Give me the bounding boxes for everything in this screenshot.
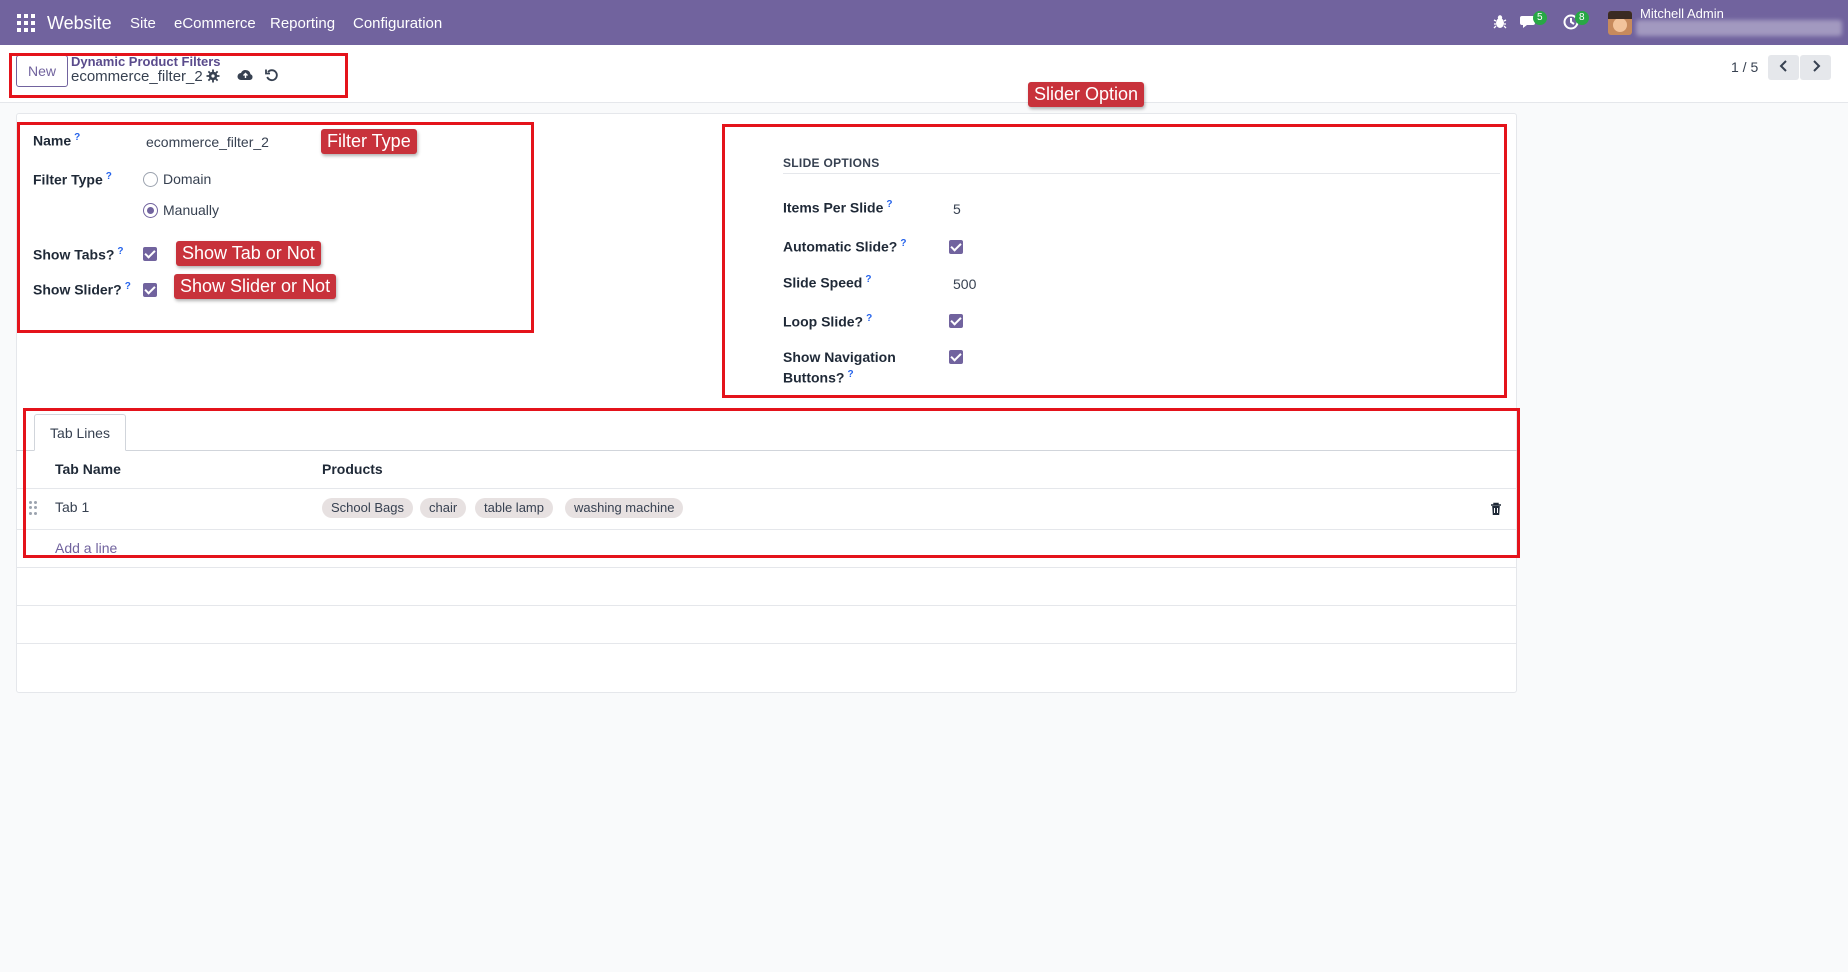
annotation-label-show-tab: Show Tab or Not bbox=[176, 241, 321, 266]
menu-ecommerce[interactable]: eCommerce bbox=[174, 15, 256, 32]
blurred-user-detail bbox=[1636, 20, 1842, 36]
annotation-label-filter-type: Filter Type bbox=[321, 129, 417, 154]
menu-configuration[interactable]: Configuration bbox=[353, 15, 442, 32]
chevron-left-icon bbox=[1779, 60, 1787, 72]
annotation-box-header bbox=[9, 53, 348, 98]
pager-value[interactable]: 1 / 5 bbox=[1731, 59, 1758, 75]
app-grid-icon[interactable] bbox=[17, 14, 35, 32]
empty-row-divider bbox=[16, 567, 1517, 568]
activities-count-badge: 8 bbox=[1575, 11, 1589, 25]
user-name[interactable]: Mitchell Admin bbox=[1640, 6, 1724, 21]
pager-next-button[interactable] bbox=[1800, 55, 1831, 80]
empty-row-divider bbox=[16, 605, 1517, 606]
annotation-box-filter bbox=[17, 122, 534, 333]
chevron-right-icon bbox=[1812, 60, 1820, 72]
messages-count-badge: 5 bbox=[1533, 11, 1547, 25]
annotation-box-slider bbox=[722, 124, 1507, 398]
user-avatar[interactable] bbox=[1608, 11, 1632, 35]
menu-site[interactable]: Site bbox=[130, 15, 156, 32]
annotation-label-slider-option: Slider Option bbox=[1028, 82, 1145, 107]
pager-previous-button[interactable] bbox=[1768, 55, 1799, 80]
debug-bug-icon[interactable] bbox=[1493, 14, 1507, 34]
annotation-label-show-slider: Show Slider or Not bbox=[174, 274, 337, 299]
menu-reporting[interactable]: Reporting bbox=[270, 15, 335, 32]
empty-row-divider bbox=[16, 643, 1517, 644]
top-navbar: Website Site eCommerce Reporting Configu… bbox=[0, 0, 1848, 45]
app-name[interactable]: Website bbox=[47, 13, 112, 34]
annotation-box-tab-lines bbox=[23, 408, 1520, 558]
